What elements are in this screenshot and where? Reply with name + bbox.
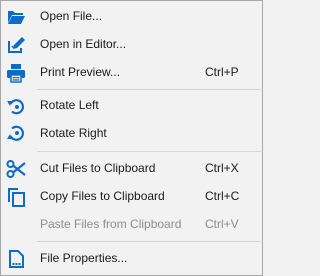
- menu-item-rotate-left[interactable]: Rotate Left: [1, 92, 262, 119]
- menu-item-shortcut: Ctrl+X: [205, 161, 239, 175]
- menu-item-label: Cut Files to Clipboard: [40, 161, 156, 175]
- printer-icon: [6, 63, 26, 83]
- menu-item-label: Open File...: [40, 9, 103, 23]
- scissors-icon: [6, 159, 26, 179]
- menu-item-cut-files[interactable]: Cut Files to Clipboard Ctrl+X: [1, 155, 262, 182]
- file-properties-icon: [6, 249, 26, 269]
- menu-item-label: Rotate Right: [40, 126, 107, 140]
- menu-item-label: Print Preview...: [40, 65, 121, 79]
- menu-item-label: Copy Files to Clipboard: [40, 189, 165, 203]
- menu-item-label: File Properties...: [40, 251, 128, 265]
- menu-item-label: Open in Editor...: [40, 37, 127, 51]
- menu-separator: [37, 89, 261, 90]
- menu-item-file-properties[interactable]: File Properties...: [1, 245, 262, 272]
- context-menu: Open File... Open in Editor... Print Pre…: [0, 0, 263, 276]
- menu-separator: [37, 151, 261, 152]
- edit-in-editor-icon: [6, 35, 26, 55]
- menu-item-shortcut: Ctrl+P: [205, 65, 239, 79]
- menu-item-label: Paste Files from Clipboard: [40, 217, 182, 231]
- menu-item-shortcut: Ctrl+C: [205, 189, 240, 203]
- menu-item-paste-files: Paste Files from Clipboard Ctrl+V: [1, 211, 262, 238]
- menu-item-rotate-right[interactable]: Rotate Right: [1, 120, 262, 147]
- menu-item-print-preview[interactable]: Print Preview... Ctrl+P: [1, 59, 262, 86]
- rotate-right-icon: [6, 124, 26, 144]
- menu-item-open-in-editor[interactable]: Open in Editor...: [1, 31, 262, 58]
- menu-item-open-file[interactable]: Open File...: [1, 3, 262, 30]
- menu-separator: [37, 241, 261, 242]
- folder-open-icon: [6, 7, 26, 27]
- menu-item-copy-files[interactable]: Copy Files to Clipboard Ctrl+C: [1, 183, 262, 210]
- copy-icon: [6, 187, 26, 207]
- menu-item-shortcut: Ctrl+V: [205, 217, 239, 231]
- rotate-left-icon: [6, 96, 26, 116]
- menu-item-label: Rotate Left: [40, 98, 99, 112]
